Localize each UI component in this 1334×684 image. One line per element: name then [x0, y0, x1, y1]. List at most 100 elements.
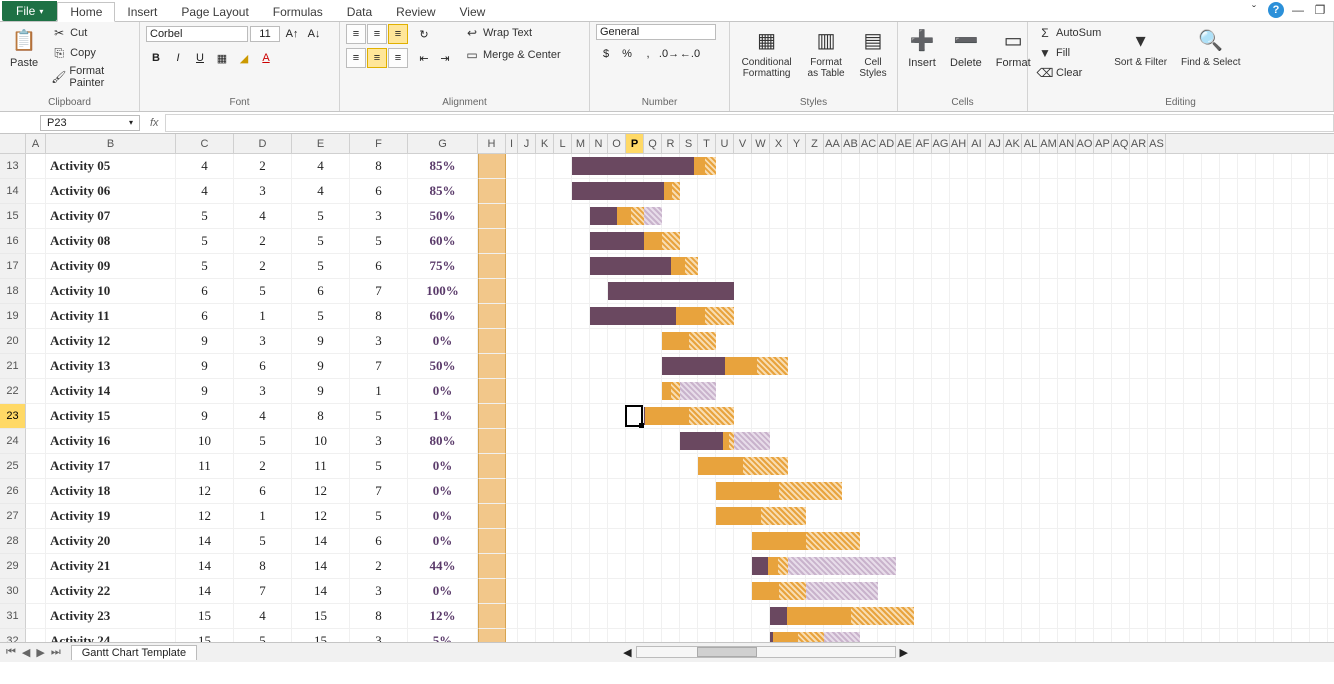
plan-start[interactable]: 4: [176, 179, 234, 204]
col-header-AG[interactable]: AG: [932, 134, 950, 153]
actual-dur[interactable]: 1: [350, 379, 408, 404]
cell-styles-button[interactable]: ▤Cell Styles: [855, 24, 891, 81]
spacer[interactable]: [506, 304, 518, 329]
actual-dur[interactable]: 6: [350, 179, 408, 204]
plan-start[interactable]: 6: [176, 279, 234, 304]
spreadsheet-grid[interactable]: ABCDEFGHIJKLMNOPQRSTUVWXYZAAABACADAEAFAG…: [0, 134, 1334, 642]
col-header-K[interactable]: K: [536, 134, 554, 153]
actual-start[interactable]: 5: [292, 204, 350, 229]
fill-color-button[interactable]: ◢: [234, 48, 254, 68]
plan-dur[interactable]: 2: [234, 254, 292, 279]
row-header[interactable]: 32: [0, 629, 26, 642]
row-header[interactable]: 20: [0, 329, 26, 354]
tab-insert[interactable]: Insert: [115, 3, 169, 21]
col-header-A[interactable]: A: [26, 134, 46, 153]
plan-dur[interactable]: 5: [234, 429, 292, 454]
insert-cells-button[interactable]: ➕Insert: [904, 24, 940, 71]
table-row[interactable]: 30Activity 221471430%: [0, 579, 1334, 604]
table-row[interactable]: 13Activity 05424885%: [0, 154, 1334, 179]
pct-complete[interactable]: 0%: [408, 479, 478, 504]
pct-complete[interactable]: 0%: [408, 329, 478, 354]
actual-start[interactable]: 14: [292, 529, 350, 554]
grow-font-icon[interactable]: A↑: [282, 24, 302, 44]
align-left-icon[interactable]: ≡: [346, 48, 366, 68]
spacer[interactable]: [506, 179, 518, 204]
cell[interactable]: [26, 229, 46, 254]
spacer[interactable]: [506, 254, 518, 279]
sort-filter-button[interactable]: ▾Sort & Filter: [1110, 24, 1171, 70]
cell[interactable]: [26, 429, 46, 454]
col-header-G[interactable]: G: [408, 134, 478, 153]
cell[interactable]: [26, 354, 46, 379]
col-header-AJ[interactable]: AJ: [986, 134, 1004, 153]
col-header-R[interactable]: R: [662, 134, 680, 153]
actual-start[interactable]: 4: [292, 179, 350, 204]
delete-cells-button[interactable]: ➖Delete: [946, 24, 986, 71]
row-header[interactable]: 21: [0, 354, 26, 379]
row-header[interactable]: 15: [0, 204, 26, 229]
actual-dur[interactable]: 6: [350, 529, 408, 554]
plan-start[interactable]: 14: [176, 579, 234, 604]
actual-start[interactable]: 8: [292, 404, 350, 429]
paste-button[interactable]: 📋 Paste: [6, 24, 42, 71]
minimize-ribbon-icon[interactable]: ˇ: [1246, 2, 1262, 18]
plan-start[interactable]: 5: [176, 254, 234, 279]
table-row[interactable]: 19Activity 11615860%: [0, 304, 1334, 329]
cell[interactable]: [26, 379, 46, 404]
col-header-AE[interactable]: AE: [896, 134, 914, 153]
activity-name[interactable]: Activity 20: [46, 529, 176, 554]
font-color-button[interactable]: A: [256, 48, 276, 68]
pct-complete[interactable]: 85%: [408, 179, 478, 204]
spacer[interactable]: [506, 229, 518, 254]
plan-dur[interactable]: 6: [234, 354, 292, 379]
italic-button[interactable]: I: [168, 48, 188, 68]
plan-dur[interactable]: 2: [234, 154, 292, 179]
currency-icon[interactable]: $: [596, 44, 616, 64]
actual-start[interactable]: 6: [292, 279, 350, 304]
activity-name[interactable]: Activity 23: [46, 604, 176, 629]
col-header-AB[interactable]: AB: [842, 134, 860, 153]
fx-icon[interactable]: fx: [144, 117, 165, 129]
row-header[interactable]: 28: [0, 529, 26, 554]
activity-name[interactable]: Activity 22: [46, 579, 176, 604]
cut-button[interactable]: ✂Cut: [48, 24, 133, 42]
actual-dur[interactable]: 8: [350, 304, 408, 329]
underline-button[interactable]: U: [190, 48, 210, 68]
row-header[interactable]: 24: [0, 429, 26, 454]
cell[interactable]: [26, 204, 46, 229]
shrink-font-icon[interactable]: A↓: [304, 24, 324, 44]
col-header-L[interactable]: L: [554, 134, 572, 153]
actual-dur[interactable]: 8: [350, 154, 408, 179]
comma-icon[interactable]: ,: [638, 44, 658, 64]
plan-dur[interactable]: 4: [234, 204, 292, 229]
decrease-decimal-icon[interactable]: ←.0: [680, 44, 700, 64]
actual-dur[interactable]: 8: [350, 604, 408, 629]
conditional-formatting-button[interactable]: ▦Conditional Formatting: [736, 24, 797, 81]
actual-dur[interactable]: 5: [350, 404, 408, 429]
actual-start[interactable]: 15: [292, 629, 350, 642]
cell[interactable]: [26, 154, 46, 179]
activity-name[interactable]: Activity 17: [46, 454, 176, 479]
col-header-X[interactable]: X: [770, 134, 788, 153]
col-header-AN[interactable]: AN: [1058, 134, 1076, 153]
actual-dur[interactable]: 3: [350, 329, 408, 354]
activity-name[interactable]: Activity 09: [46, 254, 176, 279]
spacer[interactable]: [506, 354, 518, 379]
pct-complete[interactable]: 0%: [408, 379, 478, 404]
activity-name[interactable]: Activity 21: [46, 554, 176, 579]
cell[interactable]: [26, 479, 46, 504]
activity-name[interactable]: Activity 14: [46, 379, 176, 404]
tab-file[interactable]: File: [2, 1, 57, 21]
activity-name[interactable]: Activity 24: [46, 629, 176, 642]
activity-name[interactable]: Activity 06: [46, 179, 176, 204]
bold-button[interactable]: B: [146, 48, 166, 68]
plan-start[interactable]: 14: [176, 554, 234, 579]
select-all-corner[interactable]: [0, 134, 26, 153]
row-header[interactable]: 19: [0, 304, 26, 329]
copy-button[interactable]: ⎘Copy: [48, 44, 133, 62]
fill-button[interactable]: ▼Fill: [1034, 44, 1104, 62]
activity-name[interactable]: Activity 18: [46, 479, 176, 504]
actual-dur[interactable]: 7: [350, 354, 408, 379]
activity-name[interactable]: Activity 19: [46, 504, 176, 529]
col-header-AI[interactable]: AI: [968, 134, 986, 153]
